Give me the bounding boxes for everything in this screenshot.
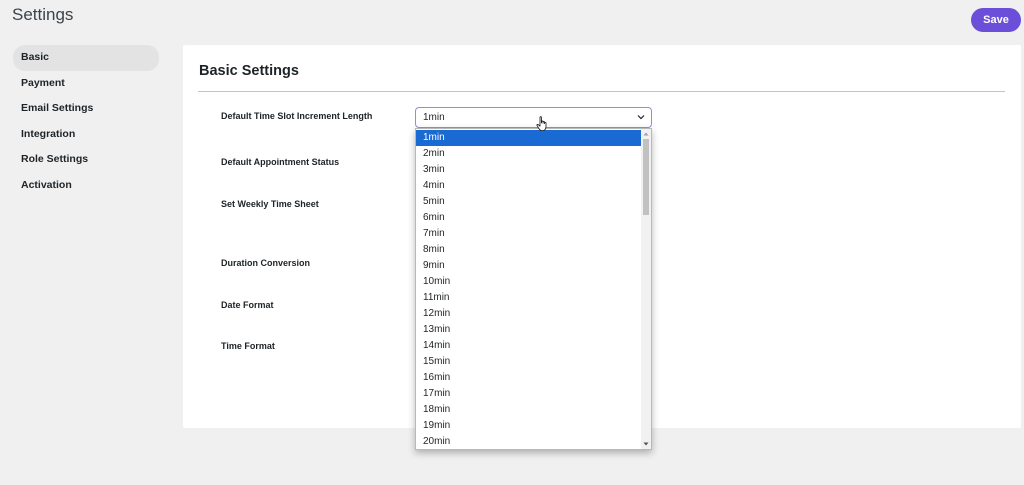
dropdown-option[interactable]: 12min xyxy=(416,306,642,322)
hand-pointer-icon xyxy=(536,116,547,131)
panel-title: Basic Settings xyxy=(199,63,299,79)
dropdown-scrollbar[interactable] xyxy=(641,129,651,449)
dropdown-option[interactable]: 7min xyxy=(416,226,642,242)
scroll-up-arrow-icon[interactable] xyxy=(643,131,649,137)
dropdown-option[interactable]: 1min xyxy=(416,130,642,146)
field-label-weekly-time-sheet: Set Weekly Time Sheet xyxy=(221,199,319,209)
dropdown-option[interactable]: 9min xyxy=(416,258,642,274)
select-current-value: 1min xyxy=(423,112,445,123)
dropdown-option[interactable]: 8min xyxy=(416,242,642,258)
panel-divider xyxy=(198,91,1005,92)
dropdown-option[interactable]: 2min xyxy=(416,146,642,162)
dropdown-option[interactable]: 15min xyxy=(416,354,642,370)
dropdown-option[interactable]: 4min xyxy=(416,178,642,194)
sidebar-item-payment[interactable]: Payment xyxy=(13,71,159,97)
dropdown-option[interactable]: 17min xyxy=(416,386,642,402)
sidebar-nav: Basic Payment Email Settings Integration… xyxy=(13,45,159,198)
scroll-down-arrow-icon[interactable] xyxy=(643,441,649,447)
field-label-date-format: Date Format xyxy=(221,300,274,310)
dropdown-option[interactable]: 11min xyxy=(416,290,642,306)
dropdown-option[interactable]: 5min xyxy=(416,194,642,210)
dropdown-option[interactable]: 3min xyxy=(416,162,642,178)
field-label-time-slot-increment: Default Time Slot Increment Length xyxy=(221,111,373,121)
sidebar-item-integration[interactable]: Integration xyxy=(13,122,159,148)
dropdown-option[interactable]: 19min xyxy=(416,418,642,434)
scroll-thumb[interactable] xyxy=(643,139,649,215)
sidebar-item-role-settings[interactable]: Role Settings xyxy=(13,147,159,173)
options-container: 1min 2min 3min 4min 5min 6min 7min 8min 9min 10mi… xyxy=(416,130,642,449)
page-title: Settings xyxy=(12,5,74,24)
save-button[interactable]: Save xyxy=(971,8,1021,32)
dropdown-option[interactable]: 20min xyxy=(416,434,642,449)
dropdown-option[interactable]: 10min xyxy=(416,274,642,290)
chevron-down-icon xyxy=(637,115,645,120)
dropdown-option[interactable]: 16min xyxy=(416,370,642,386)
time-slot-increment-select[interactable]: 1min xyxy=(415,107,652,128)
sidebar-item-activation[interactable]: Activation xyxy=(13,173,159,199)
dropdown-option[interactable]: 6min xyxy=(416,210,642,226)
dropdown-option[interactable]: 13min xyxy=(416,322,642,338)
field-label-time-format: Time Format xyxy=(221,341,275,351)
dropdown-option[interactable]: 14min xyxy=(416,338,642,354)
field-label-appointment-status: Default Appointment Status xyxy=(221,157,340,167)
dropdown-option[interactable]: 18min xyxy=(416,402,642,418)
field-label-duration-conversion: Duration Conversion xyxy=(221,258,311,268)
sidebar-item-email-settings[interactable]: Email Settings xyxy=(13,96,159,122)
time-slot-options-list[interactable]: 1min 2min 3min 4min 5min 6min 7min 8min 9min 10mi… xyxy=(415,128,652,450)
sidebar-item-basic[interactable]: Basic xyxy=(13,45,159,71)
